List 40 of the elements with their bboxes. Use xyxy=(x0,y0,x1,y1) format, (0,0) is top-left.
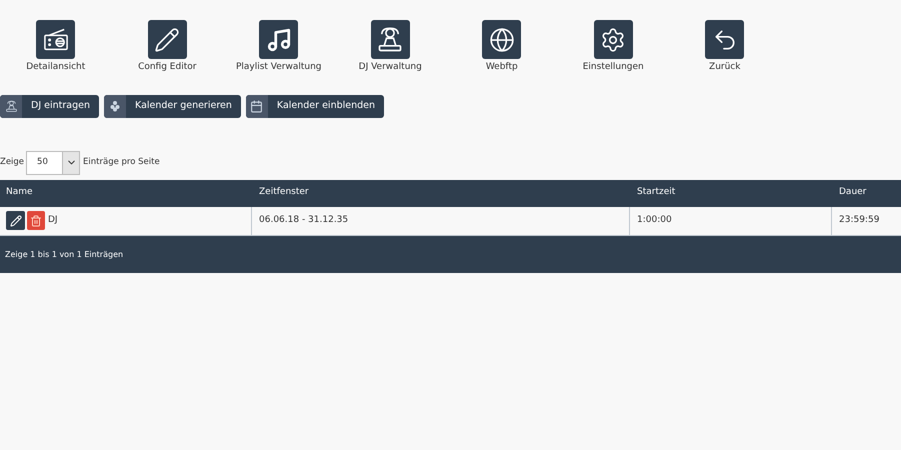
nav-tile[interactable]: Einstellungen xyxy=(558,20,669,74)
calendar-icon xyxy=(250,100,264,112)
column-header[interactable]: Zeitfenster xyxy=(259,186,309,200)
column-header[interactable]: Dauer xyxy=(839,186,866,200)
table-info: Zeige 1 bis 1 von 1 Einträgen xyxy=(5,250,124,258)
stack-icon xyxy=(109,100,121,112)
column-header[interactable]: Startzeit xyxy=(637,186,676,200)
edit-icon xyxy=(10,214,22,226)
settings-icon xyxy=(600,26,626,52)
entries-label: Einträge pro Seite xyxy=(83,156,160,169)
page-length-select[interactable]: 50 xyxy=(26,150,80,174)
table-cell-text: 06.06.18 - 31.12.35 xyxy=(259,214,348,227)
table-cell-text: 23:59:59 xyxy=(839,214,880,227)
pencil-icon xyxy=(154,26,180,52)
action-button[interactable]: Kalender einblenden xyxy=(246,94,384,118)
nav-label: Zurück xyxy=(709,61,740,74)
table-cell-text: DJ xyxy=(48,214,58,227)
nav-tile[interactable]: Playlist Verwaltung xyxy=(223,20,334,74)
nav-tile[interactable]: Config Editor xyxy=(112,20,223,74)
edit-button[interactable] xyxy=(6,211,25,230)
person-icon xyxy=(376,26,404,54)
nav-tile[interactable]: DJ Verwaltung xyxy=(334,20,446,74)
action-button[interactable]: DJ eintragen xyxy=(0,94,99,118)
nav-label: DJ Verwaltung xyxy=(358,61,422,74)
nav-tile[interactable]: Detailansicht xyxy=(0,20,112,74)
nav-tile[interactable]: Zurück xyxy=(669,20,780,74)
nav-label: Playlist Verwaltung xyxy=(236,61,322,74)
nav-label: Einstellungen xyxy=(582,61,644,74)
nav-label: Config Editor xyxy=(138,61,196,74)
action-button[interactable]: Kalender generieren xyxy=(104,94,241,118)
music-note-icon xyxy=(266,26,292,52)
globe-icon xyxy=(488,26,515,52)
trash-icon xyxy=(30,214,42,226)
show-label: Zeige xyxy=(0,156,24,169)
nav-label: Detailansicht xyxy=(26,61,86,74)
table-cell-text: 1:00:00 xyxy=(637,214,672,227)
column-header[interactable]: Name xyxy=(6,186,33,200)
nav-label: Webftp xyxy=(486,61,518,74)
nav-tile[interactable]: Webftp xyxy=(446,20,558,74)
person-icon xyxy=(4,100,18,112)
